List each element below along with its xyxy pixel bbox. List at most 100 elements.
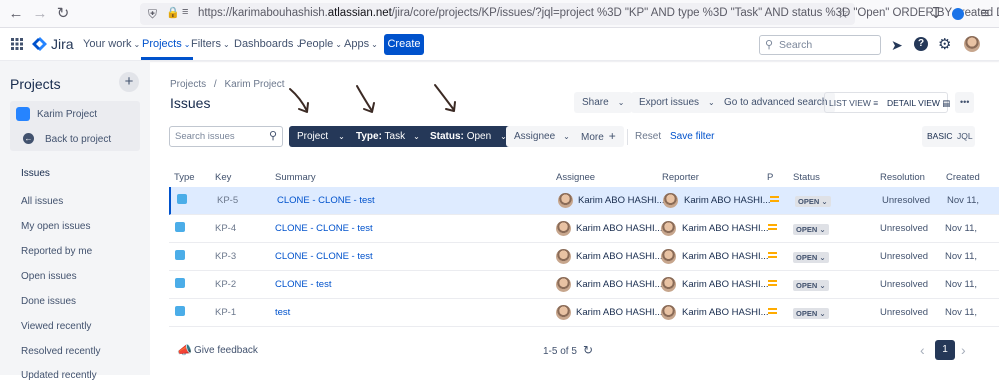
assignee-name[interactable]: Karim ABO HASHI...: [576, 279, 663, 290]
chevron-right-icon[interactable]: ›: [961, 342, 966, 358]
issue-key[interactable]: KP-1: [215, 307, 236, 318]
jira-logo-icon[interactable]: [32, 36, 48, 52]
sidebar-link-updated-recently[interactable]: Updated recently: [21, 370, 97, 381]
create-button[interactable]: Create: [384, 34, 424, 55]
jql-mode-toggle[interactable]: JQL: [957, 131, 973, 141]
assignee-avatar: [556, 221, 571, 236]
help-icon[interactable]: ?: [914, 37, 928, 51]
pagination-count: 1-5 of 5: [543, 346, 577, 357]
issue-summary[interactable]: test: [275, 307, 290, 318]
sidebar-link-all-issues[interactable]: All issues: [21, 196, 63, 207]
status-badge[interactable]: OPEN ⌄: [793, 280, 829, 291]
nav-dashboards[interactable]: Dashboards ⌄: [234, 38, 302, 50]
column-header-status[interactable]: Status: [793, 172, 820, 183]
status-filter-button[interactable]: Status: Open ⌄: [422, 126, 515, 147]
column-header-priority[interactable]: P: [767, 172, 773, 183]
sidebar-link-open-issues[interactable]: Open issues: [21, 271, 77, 282]
issue-summary[interactable]: CLONE - CLONE - test: [275, 223, 373, 234]
global-search-input[interactable]: ⚲ Search: [759, 35, 881, 55]
status-badge[interactable]: OPEN ⌄: [793, 224, 829, 235]
issue-key[interactable]: KP-5: [217, 195, 238, 206]
address-bar[interactable]: ⛨ 🔒 ≡ https://karimabouhashish.atlassian…: [140, 3, 999, 25]
issue-key[interactable]: KP-4: [215, 223, 236, 234]
status-badge[interactable]: OPEN ⌄: [793, 252, 829, 263]
sidebar-link-my-open-issues[interactable]: My open issues: [21, 221, 90, 232]
nav-filters[interactable]: Filters ⌄: [191, 38, 230, 50]
breadcrumb-project[interactable]: Karim Project: [224, 79, 284, 90]
nav-projects[interactable]: Projects ⌄: [142, 38, 190, 50]
status-badge[interactable]: OPEN ⌄: [793, 308, 829, 319]
more-actions-button[interactable]: •••: [955, 92, 975, 113]
give-feedback-link[interactable]: Give feedback: [194, 345, 258, 356]
search-placeholder: Search: [779, 39, 813, 51]
table-row[interactable]: KP-3 CLONE - CLONE - test Karim ABO HASH…: [169, 243, 999, 271]
more-filters-button[interactable]: More +: [573, 126, 624, 147]
assignee-name[interactable]: Karim ABO HASHI...: [576, 307, 663, 318]
column-header-type[interactable]: Type: [174, 172, 195, 183]
sidebar-link-done-issues[interactable]: Done issues: [21, 296, 76, 307]
reset-button[interactable]: Reset: [635, 131, 661, 142]
reporter-name[interactable]: Karim ABO HASHI...: [682, 223, 769, 234]
add-project-button[interactable]: +: [119, 72, 139, 92]
issue-key[interactable]: KP-2: [215, 279, 236, 290]
extension-icon[interactable]: [952, 8, 964, 20]
column-header-key[interactable]: Key: [215, 172, 231, 183]
project-filter-button[interactable]: Project ⌄: [289, 126, 353, 147]
bookmark-star-icon[interactable]: ☆: [835, 5, 851, 21]
download-icon[interactable]: ↧: [928, 6, 944, 22]
table-row[interactable]: KP-4 CLONE - CLONE - test Karim ABO HASH…: [169, 215, 999, 243]
assignee-filter-button[interactable]: Assignee ⌄: [506, 126, 578, 147]
column-header-resolution[interactable]: Resolution: [880, 172, 925, 183]
advanced-search-button[interactable]: Go to advanced search: [716, 92, 836, 113]
search-issues-input[interactable]: Search issues ⚲: [169, 126, 283, 147]
app-switcher-icon[interactable]: [11, 38, 23, 50]
settings-gear-icon[interactable]: ⚙: [938, 35, 951, 53]
column-header-assignee[interactable]: Assignee: [556, 172, 595, 183]
chevron-left-icon[interactable]: ‹: [920, 342, 925, 358]
page-number-button[interactable]: 1: [935, 340, 955, 360]
list-view-toggle[interactable]: LIST VIEW ≡: [829, 98, 878, 108]
assignee-name[interactable]: Karim ABO HASHI...: [576, 223, 663, 234]
project-name[interactable]: Karim Project: [37, 109, 97, 120]
sidebar-link-reported-by-me[interactable]: Reported by me: [21, 246, 92, 257]
menu-icon[interactable]: ≡: [977, 6, 993, 22]
nav-your-work[interactable]: Your work ⌄: [83, 38, 140, 50]
reporter-name[interactable]: Karim ABO HASHI...: [682, 251, 769, 262]
refresh-icon[interactable]: ↻: [583, 343, 593, 357]
back-arrow-icon[interactable]: ←: [8, 6, 24, 22]
issue-key[interactable]: KP-3: [215, 251, 236, 262]
issue-summary[interactable]: CLONE - test: [275, 279, 332, 290]
status-badge[interactable]: OPEN ⌄: [795, 196, 831, 207]
type-filter-button[interactable]: Type: Task ⌄: [348, 126, 428, 147]
issue-summary[interactable]: CLONE - CLONE - test: [275, 251, 373, 262]
notifications-icon[interactable]: ➤: [891, 37, 903, 54]
share-button[interactable]: Share ⌄: [574, 92, 633, 113]
reporter-name[interactable]: Karim ABO HASHI...: [684, 195, 771, 206]
export-issues-button[interactable]: Export issues ⌄: [631, 92, 723, 113]
column-header-reporter[interactable]: Reporter: [662, 172, 699, 183]
issue-summary[interactable]: CLONE - CLONE - test: [277, 195, 375, 206]
breadcrumb-projects[interactable]: Projects: [170, 79, 206, 90]
table-row[interactable]: KP-2 CLONE - test Karim ABO HASHI... Kar…: [169, 271, 999, 299]
assignee-name[interactable]: Karim ABO HASHI...: [578, 195, 665, 206]
forward-arrow-icon[interactable]: →: [32, 6, 48, 22]
reporter-name[interactable]: Karim ABO HASHI...: [682, 307, 769, 318]
basic-mode-toggle[interactable]: BASIC: [927, 131, 953, 141]
reporter-name[interactable]: Karim ABO HASHI...: [682, 279, 769, 290]
table-row[interactable]: KP-1 test Karim ABO HASHI... Karim ABO H…: [169, 299, 999, 327]
profile-avatar[interactable]: [964, 36, 980, 52]
sidebar-link-viewed-recently[interactable]: Viewed recently: [21, 321, 91, 332]
nav-apps[interactable]: Apps ⌄: [344, 38, 378, 50]
save-filter-link[interactable]: Save filter: [670, 131, 714, 142]
reload-icon[interactable]: ↻: [55, 6, 71, 22]
column-header-summary[interactable]: Summary: [275, 172, 316, 183]
column-header-created[interactable]: Created: [946, 172, 980, 183]
detail-view-toggle[interactable]: DETAIL VIEW ▤: [887, 98, 950, 109]
table-row[interactable]: KP-5 CLONE - CLONE - test Karim ABO HASH…: [169, 187, 999, 215]
nav-people[interactable]: People ⌄: [299, 38, 342, 50]
jira-brand[interactable]: Jira: [51, 36, 74, 52]
sidebar-link-resolved-recently[interactable]: Resolved recently: [21, 346, 100, 357]
annotation-arrow-icon: [356, 85, 375, 113]
assignee-name[interactable]: Karim ABO HASHI...: [576, 251, 663, 262]
back-to-project-link[interactable]: Back to project: [45, 134, 111, 145]
